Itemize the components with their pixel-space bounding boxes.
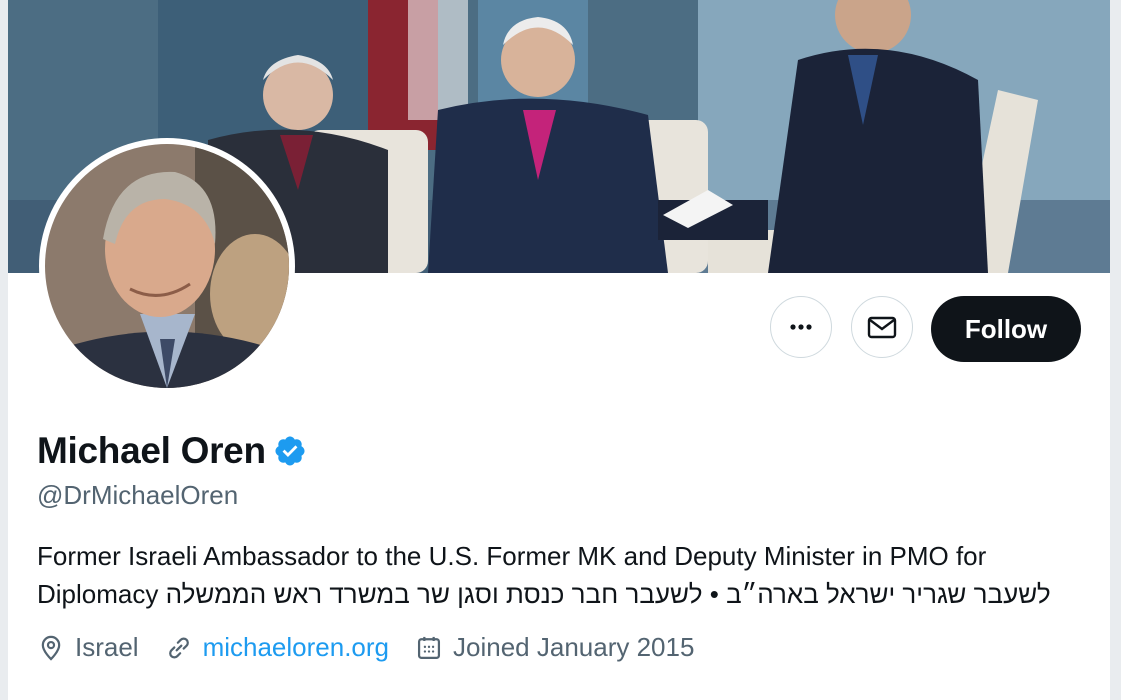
more-options-button[interactable] bbox=[770, 296, 832, 358]
website-link[interactable]: michaeloren.org bbox=[203, 632, 389, 663]
joined-text: Joined January 2015 bbox=[453, 632, 695, 662]
profile-handle: @DrMichaelOren bbox=[37, 480, 239, 510]
profile-bio: Former Israeli Ambassador to the U.S. Fo… bbox=[37, 537, 1087, 613]
location-text: Israel bbox=[75, 632, 139, 662]
message-button[interactable] bbox=[851, 296, 913, 358]
bio-hebrew: לשעבר שגריר ישראל בארה״ב • לשעבר חבר כנס… bbox=[165, 579, 1051, 609]
website-item[interactable]: michaeloren.org bbox=[165, 632, 389, 663]
display-name: Michael Oren bbox=[37, 430, 266, 471]
avatar-photo bbox=[45, 144, 289, 388]
envelope-icon bbox=[867, 316, 897, 339]
profile-name-row: Michael Oren bbox=[37, 430, 307, 472]
verified-badge-icon[interactable] bbox=[273, 434, 307, 468]
location-item: Israel bbox=[37, 632, 139, 663]
profile-card: Follow Michael Oren @DrMichaelOren Forme… bbox=[8, 0, 1110, 700]
joined-item: Joined January 2015 bbox=[415, 632, 694, 663]
calendar-icon bbox=[417, 636, 441, 659]
profile-avatar[interactable] bbox=[39, 138, 295, 394]
more-dots-icon bbox=[790, 324, 812, 330]
location-pin-icon bbox=[41, 635, 61, 661]
follow-button-label: Follow bbox=[964, 313, 1048, 344]
follow-button[interactable]: Follow bbox=[931, 296, 1081, 362]
link-icon bbox=[168, 637, 189, 658]
profile-meta-row: Israel michaeloren.org Joined January 20… bbox=[37, 632, 720, 663]
